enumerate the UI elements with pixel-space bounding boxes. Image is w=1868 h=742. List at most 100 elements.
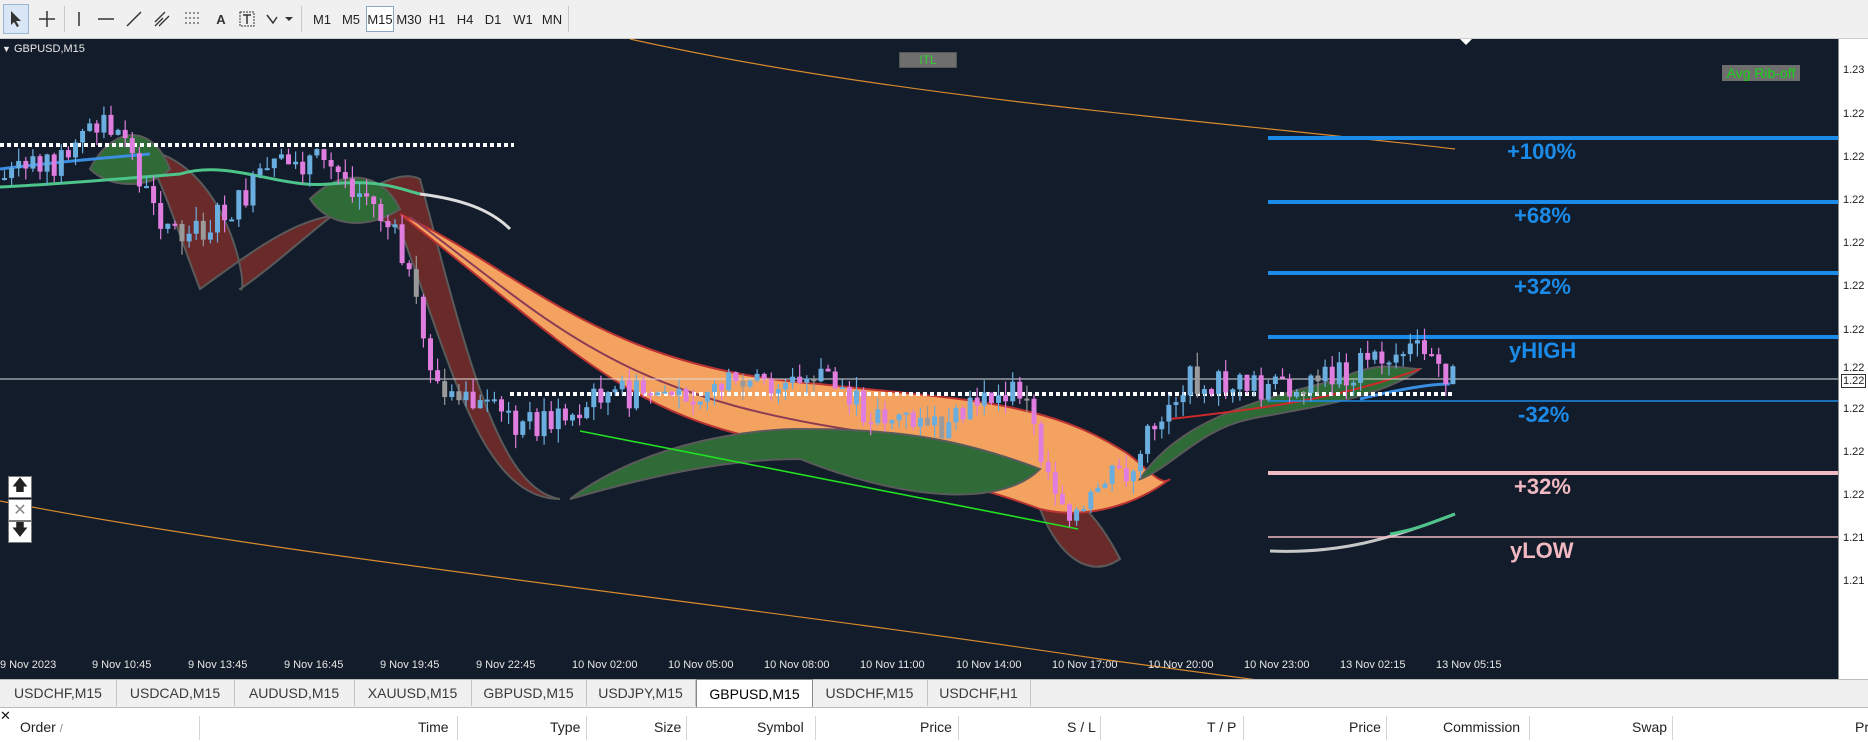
cursor-tool-button[interactable]: [3, 4, 29, 34]
price-chart[interactable]: ▼ GBPUSD,M15 ITL Avg Rib-off +100% +68% …: [0, 39, 1838, 679]
candle-body: [1429, 354, 1435, 357]
equidistant-channel-button[interactable]: [150, 4, 176, 34]
candle-body: [910, 412, 916, 427]
column-tp[interactable]: T / P: [1207, 719, 1236, 735]
scroll-up-button[interactable]: 🡅: [8, 476, 32, 498]
candle-body: [37, 156, 43, 172]
time-label: 10 Nov 11:00: [860, 659, 925, 671]
candle-body: [1443, 363, 1449, 385]
chart-tab[interactable]: XAUUSD,M15: [354, 680, 472, 706]
column-order[interactable]: Order /: [20, 719, 63, 735]
candle-body: [761, 373, 767, 379]
price-label: 1.22: [1843, 324, 1865, 336]
candle-body: [236, 190, 242, 220]
candle-body: [1329, 366, 1335, 385]
time-label: 13 Nov 02:15: [1340, 659, 1406, 671]
candle-body: [953, 407, 959, 423]
avg-rib-label: Avg Rib-off: [1722, 65, 1800, 81]
arrows-dropdown-button[interactable]: [262, 4, 296, 34]
candle-body: [1223, 371, 1229, 393]
candle-body: [733, 372, 739, 381]
column-size[interactable]: Size: [654, 719, 681, 735]
candle-body: [1301, 392, 1307, 395]
candle-body: [676, 388, 682, 396]
horizontal-line-button[interactable]: [94, 4, 118, 34]
scroll-down-button[interactable]: 🡇: [8, 521, 32, 543]
level-label-yhigh: yHIGH: [1509, 338, 1577, 363]
candle-body: [804, 378, 810, 383]
column-price[interactable]: Price: [920, 719, 952, 735]
column-commission[interactable]: Commission: [1443, 719, 1520, 735]
candle-body: [577, 414, 583, 419]
tf-m30[interactable]: M30: [395, 6, 423, 32]
candle-body: [669, 391, 675, 396]
vertical-line-icon: [78, 12, 80, 26]
candle-body: [719, 384, 725, 391]
arrow-up-icon: 🡅: [11, 476, 29, 494]
tf-h4[interactable]: H4: [452, 6, 478, 32]
candle-body: [243, 190, 249, 206]
candle-body: [1003, 395, 1009, 402]
candle-body: [1173, 402, 1179, 405]
chart-tab-active[interactable]: GBPUSD,M15: [696, 679, 813, 708]
candle-body: [1017, 381, 1023, 399]
tf-d1[interactable]: D1: [480, 6, 506, 32]
candle-body: [44, 154, 50, 172]
chart-tab[interactable]: USDCHF,H1: [927, 680, 1031, 706]
column-swap[interactable]: Swap: [1632, 719, 1667, 735]
time-label: 9 Nov 2023: [0, 659, 57, 671]
price-label: 1.22: [1843, 108, 1865, 120]
time-label: 10 Nov 17:00: [1052, 659, 1118, 671]
vertical-line-button[interactable]: [68, 4, 90, 34]
candle-body: [264, 168, 270, 171]
time-label: 10 Nov 08:00: [764, 659, 830, 671]
tf-m5[interactable]: M5: [337, 6, 365, 32]
column-sl[interactable]: S / L: [1067, 719, 1096, 735]
tf-mn[interactable]: MN: [538, 6, 566, 32]
column-symbol[interactable]: Symbol: [757, 719, 804, 735]
candle-body: [229, 219, 235, 222]
tf-m1[interactable]: M1: [308, 6, 336, 32]
price-axis[interactable]: 1.23 1.22 1.22 1.22 1.22 1.22 1.22 1.22 …: [1838, 39, 1868, 679]
text-label-button[interactable]: [236, 4, 258, 34]
candle-body: [868, 422, 874, 425]
candle-body: [1159, 421, 1165, 430]
candle-body: [1237, 374, 1243, 390]
chart-tab[interactable]: USDCHF,M15: [0, 680, 117, 706]
candle-body: [825, 368, 831, 372]
candle-body: [690, 401, 696, 405]
trendline-button[interactable]: [122, 4, 146, 34]
tf-m15[interactable]: M15: [366, 6, 394, 32]
column-time[interactable]: Time: [418, 719, 449, 735]
candle-body: [278, 154, 284, 159]
candle-body: [1414, 340, 1420, 344]
candle-body: [1088, 491, 1094, 510]
text-tool-button[interactable]: A: [210, 4, 232, 34]
fibonacci-button[interactable]: [180, 4, 206, 34]
chart-tab[interactable]: USDCHF,M15: [812, 680, 928, 706]
ma-gray-curve: [1269, 512, 1456, 553]
candle-body: [1379, 351, 1385, 364]
crosshair-tool-button[interactable]: [34, 4, 60, 34]
candle-body: [1265, 384, 1271, 400]
candle-body: [1280, 376, 1285, 379]
chart-tab[interactable]: USDCAD,M15: [116, 680, 235, 706]
candle-body: [1322, 366, 1328, 382]
column-type[interactable]: Type: [550, 719, 580, 735]
chart-tab[interactable]: USDJPY,M15: [586, 680, 696, 706]
tf-h1[interactable]: H1: [424, 6, 450, 32]
close-terminal-icon[interactable]: ✕: [0, 708, 11, 724]
column-price-current[interactable]: Price: [1349, 719, 1381, 735]
candle-body: [179, 223, 185, 242]
arrows-icon: [266, 14, 293, 25]
candle-body: [328, 160, 334, 167]
price-label: 1.23: [1843, 64, 1865, 76]
chart-tab[interactable]: GBPUSD,M15: [471, 680, 587, 706]
candle-body: [293, 161, 299, 165]
chart-tab[interactable]: AUDUSD,M15: [234, 680, 355, 706]
tf-w1[interactable]: W1: [509, 6, 537, 32]
price-label: 1.21: [1843, 575, 1865, 587]
candle-body: [193, 220, 199, 234]
candle-body: [513, 410, 519, 435]
column-profit[interactable]: Pr: [1855, 719, 1868, 735]
